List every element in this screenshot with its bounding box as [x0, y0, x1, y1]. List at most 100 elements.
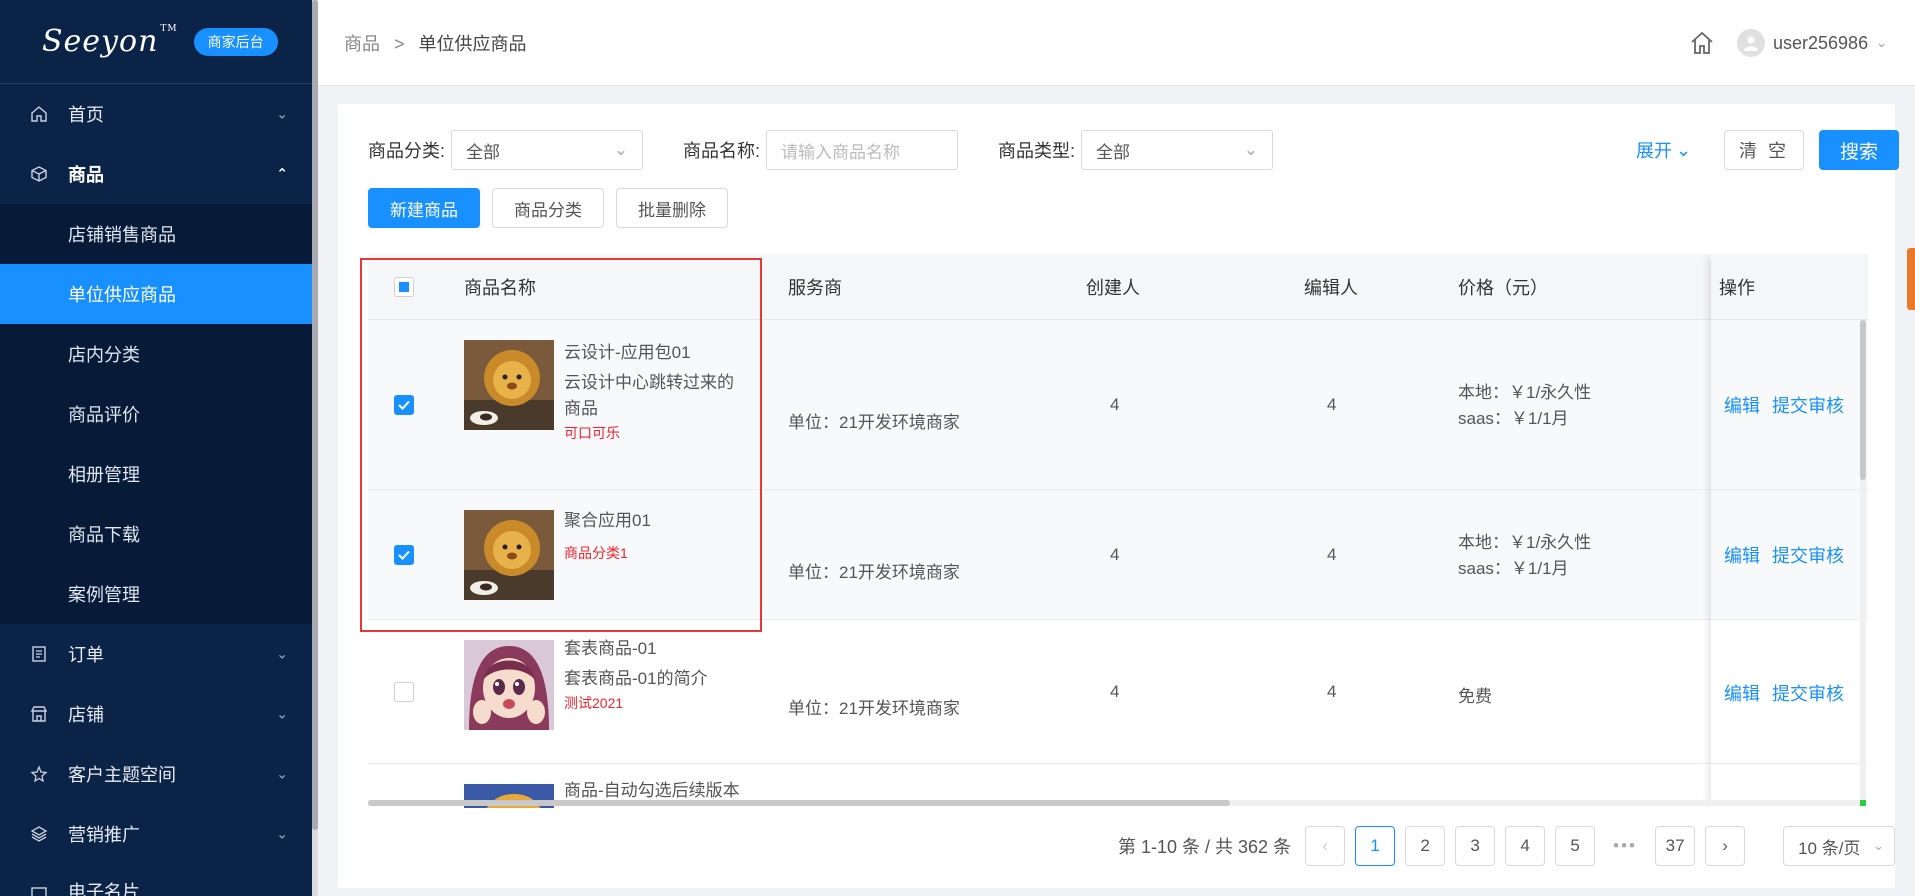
product-info: 云设计-应用包01 云设计中心跳转过来的 商品 可口可乐	[564, 340, 764, 444]
table-header: 商品名称 服务商 创建人 编辑人 价格（元） 操作	[368, 254, 1868, 320]
page-button[interactable]: 5	[1555, 826, 1596, 866]
breadcrumb-current: 单位供应商品	[418, 33, 527, 54]
chevron-down-icon: ⌄	[276, 825, 288, 842]
submit-review-link[interactable]: 提交审核	[1772, 680, 1844, 706]
category-select[interactable]: 全部 ⌄	[451, 130, 644, 170]
sidebar-item-label: 店铺	[68, 705, 104, 725]
edit-link[interactable]: 编辑	[1724, 542, 1760, 568]
type-select[interactable]: 全部 ⌄	[1081, 130, 1274, 170]
provider-cell: 单位：21开发环境商家	[788, 413, 960, 432]
page-button[interactable]: 4	[1505, 826, 1546, 866]
crown-icon	[28, 763, 50, 785]
row-checkbox[interactable]	[394, 395, 414, 415]
column-header-provider[interactable]: 服务商	[788, 254, 842, 320]
table-vertical-scrollbar[interactable]	[1860, 320, 1866, 804]
username[interactable]: user256986	[1773, 33, 1868, 54]
sidebar-item-ecard[interactable]: 电子名片 ⌄	[0, 864, 312, 896]
chevron-down-icon: ⌄	[1243, 140, 1259, 159]
product-title[interactable]: 聚合应用01	[564, 508, 764, 534]
product-title[interactable]: 套表商品-01	[564, 636, 764, 662]
filter-bar: 商品分类: 全部 ⌄ 商品名称: 请输入商品名称 商品类型: 全部 ⌄ 展开 ⌄ …	[368, 128, 1899, 172]
price-cell: 本地：￥1/永久性 saas：￥1/1月	[1458, 380, 1591, 432]
chevron-down-icon: ⌄	[276, 705, 288, 722]
select-all-checkbox[interactable]	[394, 277, 414, 297]
chevron-down-icon: ⌄	[276, 105, 288, 122]
edit-link[interactable]: 编辑	[1724, 680, 1760, 706]
product-tag: 商品分类1	[564, 545, 628, 561]
sidebar-item-marketing[interactable]: 营销推广 ⌄	[0, 804, 312, 864]
sidebar-subitem-unit-supply[interactable]: 单位供应商品	[0, 264, 312, 324]
expand-toggle[interactable]: 展开 ⌄	[1636, 128, 1691, 172]
table-horizontal-scrollbar-thumb[interactable]	[368, 800, 1230, 806]
page-button[interactable]: 1	[1355, 826, 1396, 866]
name-filter-label: 商品名称:	[683, 141, 761, 161]
prev-page-button[interactable]: ‹	[1305, 826, 1346, 866]
new-product-button[interactable]: 新建商品	[368, 188, 480, 228]
sidebar-subitem-cases[interactable]: 案例管理	[0, 564, 312, 624]
page-button-last[interactable]: 37	[1655, 826, 1696, 866]
sidebar-item-label: 订单	[68, 645, 104, 665]
sidebar-subitem-downloads[interactable]: 商品下载	[0, 504, 312, 564]
sidebar-item-store[interactable]: 店铺 ⌄	[0, 684, 312, 744]
main-card: 商品分类: 全部 ⌄ 商品名称: 请输入商品名称 商品类型: 全部 ⌄ 展开 ⌄ …	[338, 104, 1899, 888]
sidebar-subitem-albums[interactable]: 相册管理	[0, 444, 312, 504]
page-button[interactable]: 2	[1405, 826, 1446, 866]
creator-cell: 4	[1110, 682, 1120, 701]
edit-link[interactable]: 编辑	[1724, 392, 1760, 418]
table-vertical-scrollbar-thumb[interactable]	[1860, 320, 1866, 480]
table-row[interactable]: 套表商品-01 套表商品-01的简介 测试2021 单位：21开发环境商家 4 …	[368, 620, 1868, 764]
page-size-select[interactable]: 10 条/页 ⌄	[1783, 826, 1896, 866]
sidebar-scrollbar-thumb[interactable]	[312, 0, 318, 830]
sidebar-subitem-store-category[interactable]: 店内分类	[0, 324, 312, 384]
next-page-button[interactable]: ›	[1705, 826, 1746, 866]
sidebar-item-orders[interactable]: 订单 ⌄	[0, 624, 312, 684]
chevron-down-icon[interactable]: ⌄	[1876, 35, 1887, 51]
column-header-editor[interactable]: 编辑人	[1304, 254, 1358, 320]
column-header-name[interactable]: 商品名称	[464, 254, 536, 320]
batch-delete-button[interactable]: 批量删除	[616, 188, 728, 228]
product-desc: 套表商品-01的简介	[564, 669, 708, 688]
column-header-price[interactable]: 价格（元）	[1458, 254, 1548, 320]
editor-cell: 4	[1327, 545, 1337, 564]
row-checkbox[interactable]	[394, 682, 414, 702]
sidebar-item-customer-space[interactable]: 客户主题空间 ⌄	[0, 744, 312, 804]
pagination-total: 第 1-10 条 / 共 362 条	[1118, 837, 1292, 857]
product-category-button[interactable]: 商品分类	[492, 188, 604, 228]
column-header-creator[interactable]: 创建人	[1086, 254, 1140, 320]
sidebar-subitem-reviews[interactable]: 商品评价	[0, 384, 312, 444]
provider-cell: 单位：21开发环境商家	[788, 563, 960, 582]
row-checkbox-cell	[394, 395, 414, 415]
clear-button[interactable]: 清 空	[1724, 130, 1804, 170]
chevron-down-icon: ⌄	[1676, 139, 1692, 160]
store-icon	[28, 703, 50, 725]
sidebar-item-home[interactable]: 首页 ⌄	[0, 84, 312, 144]
product-title[interactable]: 云设计-应用包01	[564, 340, 764, 366]
search-button[interactable]: 搜索	[1819, 130, 1899, 170]
product-thumbnail	[464, 510, 554, 600]
side-panel-handle[interactable]	[1907, 248, 1915, 310]
chevron-down-icon: ⌄	[276, 887, 288, 896]
product-name-input[interactable]: 请输入商品名称	[766, 130, 959, 170]
submit-review-link[interactable]: 提交审核	[1772, 542, 1844, 568]
breadcrumb-item[interactable]: 商品	[344, 34, 380, 54]
page-ellipsis[interactable]: •••	[1605, 826, 1645, 866]
lion-plush-image	[464, 340, 554, 430]
page-button[interactable]: 3	[1455, 826, 1496, 866]
table-horizontal-scrollbar[interactable]	[368, 800, 1860, 806]
home-icon[interactable]	[1689, 30, 1715, 56]
product-desc: 商品	[564, 399, 598, 418]
product-thumbnail	[464, 640, 554, 730]
table-row[interactable]: 聚合应用01 商品分类1 单位：21开发环境商家 4 4 本地：￥1/永久性 s…	[368, 490, 1868, 620]
avatar[interactable]	[1737, 29, 1765, 57]
sidebar-submenu: 店铺销售商品 单位供应商品 店内分类 商品评价 相册管理 商品下载 案例管理	[0, 204, 312, 624]
page-size-value: 10 条/页	[1798, 838, 1861, 858]
card-icon	[28, 882, 50, 896]
sidebar-item-products[interactable]: 商品 ⌃	[0, 144, 312, 204]
row-checkbox[interactable]	[394, 545, 414, 565]
sidebar-subitem-store-sales[interactable]: 店铺销售商品	[0, 204, 312, 264]
expand-label: 展开	[1636, 141, 1672, 161]
table-row[interactable]: 云设计-应用包01 云设计中心跳转过来的 商品 可口可乐 单位：21开发环境商家…	[368, 320, 1868, 490]
creator-cell: 4	[1110, 395, 1120, 414]
submit-review-link[interactable]: 提交审核	[1772, 392, 1844, 418]
sidebar-scrollbar[interactable]	[312, 0, 318, 896]
